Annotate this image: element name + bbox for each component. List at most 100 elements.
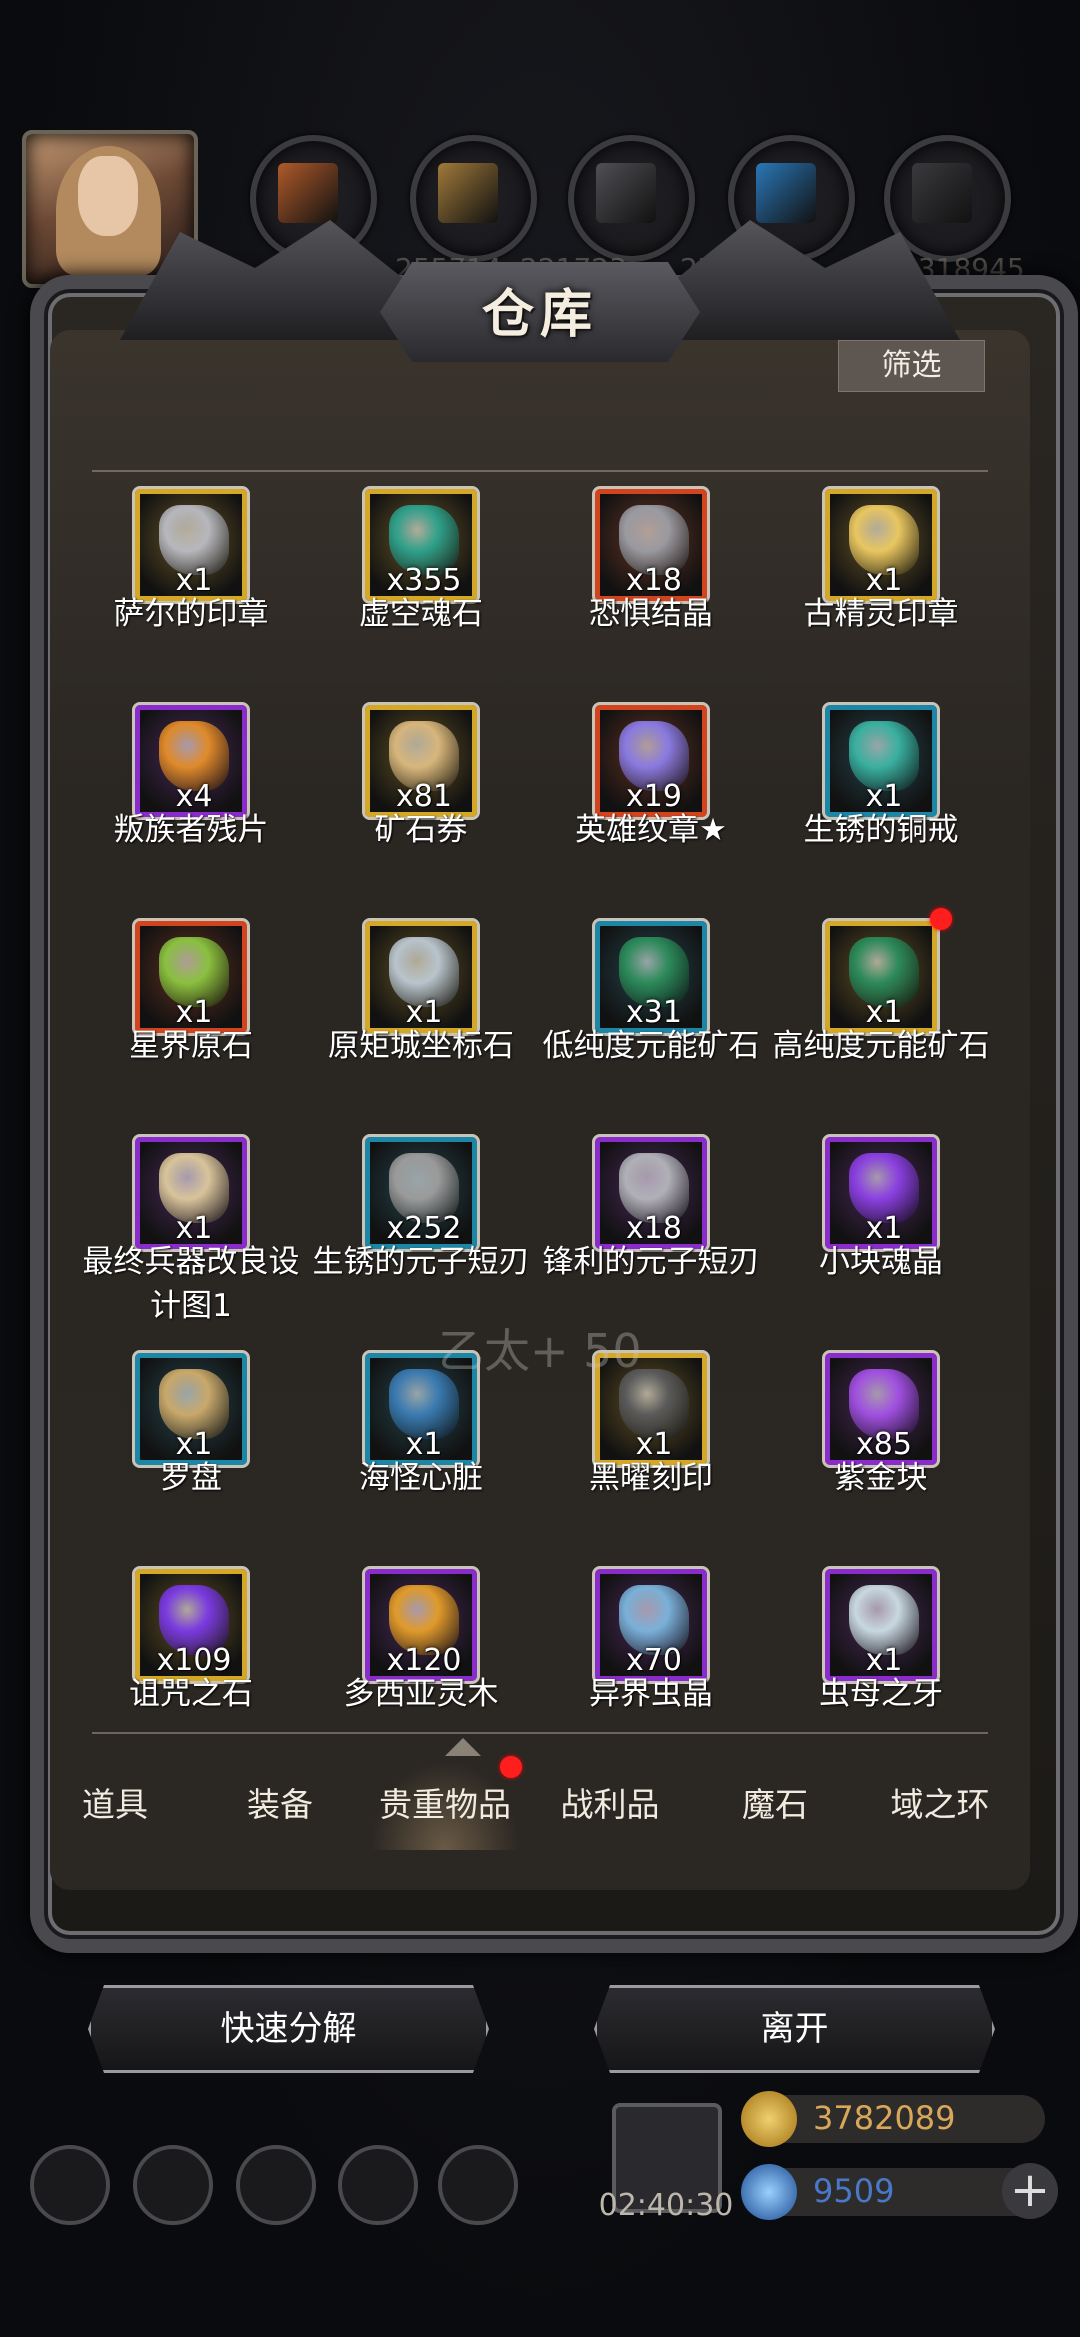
item-slot[interactable]: x18 xyxy=(592,486,710,604)
item-slot[interactable]: x1 xyxy=(822,918,940,1036)
item-name: 原矩城坐标石 xyxy=(328,1028,514,1064)
tab-6[interactable]: 域之环 xyxy=(865,1760,1015,1850)
gem-counter: 9509 xyxy=(741,2164,1045,2220)
settings-icon[interactable] xyxy=(30,2145,110,2225)
item-name: 英雄纹章★ xyxy=(575,812,727,848)
item-slot[interactable]: x31 xyxy=(592,918,710,1036)
item-cell[interactable]: x109 诅咒之石 xyxy=(92,1560,322,1770)
divider-top xyxy=(92,470,988,472)
category-tabs: 道具 装备 贵重物品 战利品 魔石 域之环 xyxy=(60,1756,1020,1850)
item-name: 萨尔的印章 xyxy=(113,596,269,632)
item-name: 黑曜刻印 xyxy=(589,1460,713,1496)
medal-icon[interactable] xyxy=(133,2145,213,2225)
item-cell[interactable]: x355 虚空魂石 xyxy=(322,480,552,690)
castle-icon[interactable] xyxy=(236,2145,316,2225)
item-cell[interactable]: x18 锋利的元子短刃 xyxy=(543,1128,782,1338)
item-cell[interactable]: x1 罗盘 xyxy=(92,1344,322,1554)
item-slot[interactable]: x1 xyxy=(362,918,480,1036)
item-cell[interactable]: x1 古精灵印章 xyxy=(782,480,1012,690)
tab-5[interactable]: 魔石 xyxy=(700,1760,850,1850)
resource-icon xyxy=(596,163,656,223)
notification-dot xyxy=(500,1756,522,1778)
map-icon[interactable] xyxy=(438,2145,518,2225)
item-cell[interactable]: x252 生锈的元子短刃 xyxy=(313,1128,552,1338)
tab-4[interactable]: 战利品 xyxy=(535,1760,685,1850)
item-cell[interactable]: x1 原矩城坐标石 xyxy=(322,912,552,1122)
page-title: 仓库 xyxy=(481,285,598,345)
item-cell[interactable]: x4 叛族者残片 xyxy=(92,696,322,906)
item-name: 罗盘 xyxy=(160,1460,222,1496)
item-cell[interactable]: x18 恐惧结晶 xyxy=(552,480,782,690)
item-name: 恐惧结晶 xyxy=(589,596,713,632)
tab-3[interactable]: 贵重物品 xyxy=(370,1760,520,1850)
item-name: 诅咒之石 xyxy=(129,1676,253,1712)
resource-slot-2[interactable] xyxy=(410,135,537,262)
item-cell[interactable]: x120 多西亚灵木 xyxy=(322,1560,552,1770)
item-slot[interactable]: x81 xyxy=(362,702,480,820)
item-slot[interactable]: x120 xyxy=(362,1566,480,1684)
avatar-face xyxy=(78,156,138,236)
item-slot[interactable]: x109 xyxy=(132,1566,250,1684)
item-slot[interactable]: x1 xyxy=(822,1566,940,1684)
tab-1[interactable]: 道具 xyxy=(40,1760,190,1850)
gift-timer: 02:40:30 xyxy=(598,2188,734,2223)
notification-dot xyxy=(930,908,952,930)
item-cell[interactable]: x19 英雄纹章★ xyxy=(552,696,782,906)
item-cell[interactable]: x1 星界原石 xyxy=(92,912,322,1122)
item-cell[interactable]: x1 虫母之牙 xyxy=(782,1560,1012,1770)
item-name: 矿石券 xyxy=(374,812,468,848)
item-slot[interactable]: x252 xyxy=(362,1134,480,1252)
divider-bottom xyxy=(92,1732,988,1734)
gem-value: 9509 xyxy=(813,2172,895,2210)
item-slot[interactable]: x1 xyxy=(132,486,250,604)
item-slot[interactable]: x1 xyxy=(822,702,940,820)
item-cell[interactable]: x1 高纯度元能矿石 xyxy=(773,908,1012,1122)
item-slot[interactable]: x4 xyxy=(132,702,250,820)
item-name: 最终兵器改良设计图1 xyxy=(82,1244,300,1324)
item-slot[interactable]: x1 xyxy=(822,1134,940,1252)
quick-decompose-button[interactable]: 快速分解 xyxy=(88,1985,489,2073)
item-name: 星界原石 xyxy=(129,1028,253,1064)
item-name: 生锈的铜戒 xyxy=(803,812,959,848)
item-name: 锋利的元子短刃 xyxy=(542,1244,760,1280)
item-slot[interactable]: x1 xyxy=(132,1134,250,1252)
item-cell[interactable]: x85 紫金块 xyxy=(782,1344,1012,1554)
item-name: 海怪心脏 xyxy=(359,1460,483,1496)
item-slot[interactable]: x18 xyxy=(592,1134,710,1252)
mail-icon[interactable] xyxy=(338,2145,418,2225)
item-name: 紫金块 xyxy=(834,1460,928,1496)
resource-icon xyxy=(438,163,498,223)
item-name: 虫母之牙 xyxy=(819,1676,943,1712)
item-name: 虚空魂石 xyxy=(359,596,483,632)
item-name: 叛族者残片 xyxy=(113,812,269,848)
item-name: 多西亚灵木 xyxy=(343,1676,499,1712)
item-slot[interactable]: x1 xyxy=(132,918,250,1036)
item-name: 小块魂晶 xyxy=(819,1244,943,1280)
item-cell[interactable]: x31 低纯度元能矿石 xyxy=(543,912,782,1122)
item-name: 生锈的元子短刃 xyxy=(312,1244,530,1280)
item-slot[interactable]: x355 xyxy=(362,486,480,604)
item-slot[interactable]: x70 xyxy=(592,1566,710,1684)
item-cell[interactable]: x81 矿石券 xyxy=(322,696,552,906)
resource-icon xyxy=(756,163,816,223)
item-slot[interactable]: x1 xyxy=(132,1350,250,1468)
item-cell[interactable]: x70 异界虫晶 xyxy=(552,1560,782,1770)
tab-2[interactable]: 装备 xyxy=(205,1760,355,1850)
item-cell[interactable]: x1 最终兵器改良设计图1 xyxy=(83,1128,322,1338)
resource-slot-3[interactable] xyxy=(568,135,695,262)
active-tab-caret xyxy=(445,1738,481,1756)
leave-button[interactable]: 离开 xyxy=(594,1985,995,2073)
item-name: 低纯度元能矿石 xyxy=(542,1028,760,1064)
item-cell[interactable]: x1 小块魂晶 xyxy=(782,1128,1012,1338)
item-slot[interactable]: x85 xyxy=(822,1350,940,1468)
gold-counter: 3782089 xyxy=(741,2091,1045,2147)
resource-icon xyxy=(912,163,972,223)
item-name: 高纯度元能矿石 xyxy=(772,1028,990,1064)
add-currency-button[interactable]: + xyxy=(1002,2163,1058,2219)
item-cell[interactable]: x1 生锈的铜戒 xyxy=(782,696,1012,906)
item-slot[interactable]: x19 xyxy=(592,702,710,820)
item-slot[interactable]: x1 xyxy=(822,486,940,604)
resource-icon xyxy=(278,163,338,223)
item-cell[interactable]: x1 萨尔的印章 xyxy=(92,480,322,690)
filter-button[interactable]: 筛选 xyxy=(838,340,985,392)
